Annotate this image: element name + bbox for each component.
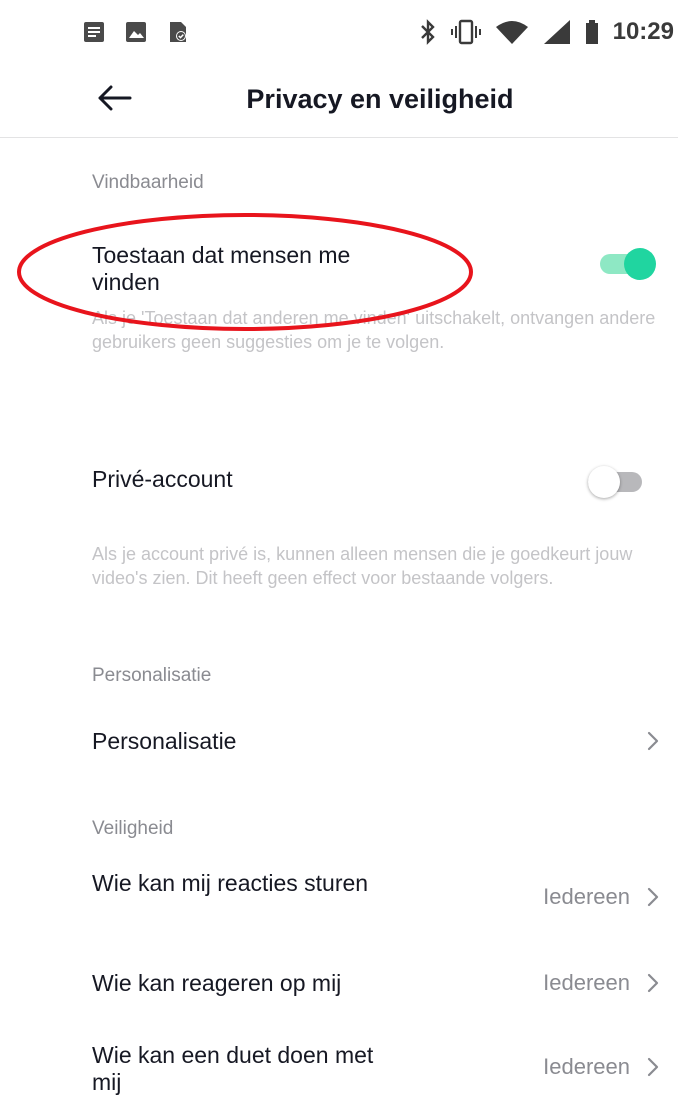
- section-label-personalisatie: Personalisatie: [92, 665, 212, 686]
- bluetooth-icon: [419, 19, 437, 45]
- who-can-duet-row[interactable]: Wie kan een duet doen met mij Iedereen: [0, 1034, 678, 1095]
- status-bar: 10:29: [0, 0, 678, 64]
- allow-find-title: Toestaan dat mensen me vinden: [92, 242, 351, 295]
- chevron-right-icon: [646, 972, 660, 994]
- section-label-veiligheid: Veiligheid: [92, 818, 174, 839]
- signal-icon: [543, 19, 571, 45]
- battery-icon: [585, 19, 599, 45]
- who-can-comment-value: Iedereen: [543, 884, 630, 909]
- who-can-react-value: Iedereen: [543, 970, 630, 995]
- personalisatie-row[interactable]: Personalisatie: [0, 710, 678, 772]
- personalisatie-title: Personalisatie: [92, 728, 237, 754]
- who-can-duet-title: Wie kan een duet doen met mij: [92, 1042, 374, 1095]
- chevron-right-icon: [646, 886, 660, 908]
- toggle-knob: [624, 248, 656, 280]
- private-account-row[interactable]: Privé-account: [0, 450, 678, 512]
- toggle-knob: [588, 466, 620, 498]
- wifi-icon: [495, 19, 529, 45]
- who-can-react-title: Wie kan reageren op mij: [92, 970, 342, 996]
- status-time: 10:29: [612, 18, 674, 45]
- private-account-title: Privé-account: [92, 466, 233, 492]
- section-label-vindbaarheid: Vindbaarheid: [92, 172, 204, 193]
- image-icon: [124, 20, 148, 44]
- chevron-right-icon: [646, 730, 660, 752]
- allow-find-toggle[interactable]: [600, 244, 658, 284]
- file-check-icon: [166, 20, 190, 44]
- status-bar-right: 10:29: [419, 18, 674, 46]
- who-can-comment-row[interactable]: Wie kan mij reacties sturen Iedereen: [0, 862, 678, 934]
- message-icon: [82, 20, 106, 44]
- page-title: Privacy en veiligheid: [246, 84, 514, 114]
- private-account-toggle[interactable]: [588, 462, 646, 502]
- who-can-comment-title: Wie kan mij reacties sturen: [92, 870, 369, 896]
- private-account-description: Als je account privé is, kunnen alleen m…: [92, 544, 633, 588]
- header: Privacy en veiligheid: [0, 64, 678, 138]
- who-can-duet-value: Iedereen: [543, 1054, 630, 1079]
- vibrate-icon: [450, 19, 481, 45]
- chevron-right-icon: [646, 1056, 660, 1078]
- privacy-settings-screen: 10:29 Privacy en veiligheid Vindbaarheid…: [0, 0, 678, 1095]
- status-bar-left: [82, 20, 190, 44]
- allow-find-description: Als je 'Toestaan dat anderen me vinden' …: [92, 308, 656, 352]
- who-can-react-row[interactable]: Wie kan reageren op mij Iedereen: [0, 956, 678, 1012]
